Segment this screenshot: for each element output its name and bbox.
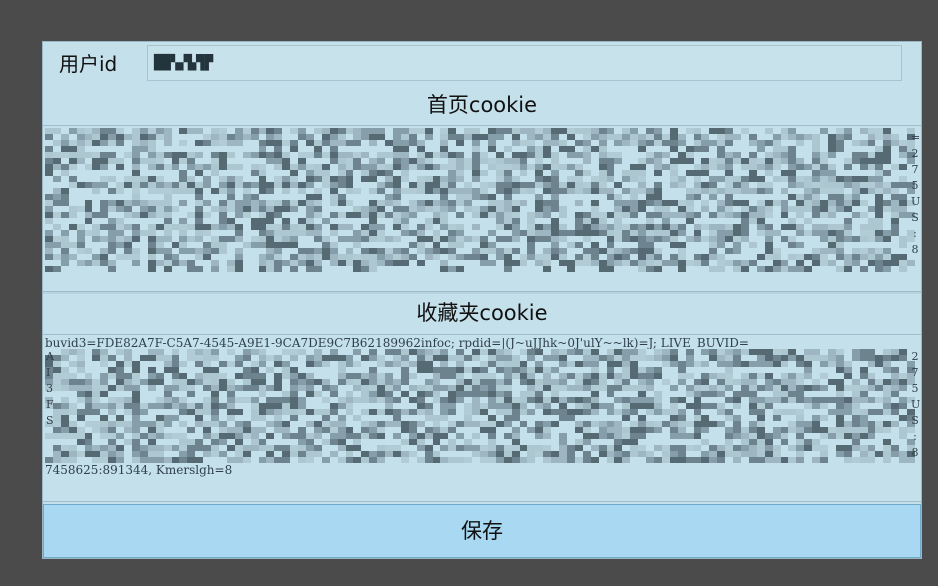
user-id-label: 用户id (59, 52, 118, 76)
home-cookie-redacted-content (45, 128, 915, 272)
edge-char: S (46, 414, 54, 427)
edge-char: 3 (46, 382, 53, 395)
edge-char: 8 (911, 243, 919, 256)
edge-char: U (911, 398, 921, 411)
cookie-editor-window: 用户id ██▚▞▙▜▛ 首页cookie = 2 7 5 U S:8 收藏夹cookie… (42, 41, 922, 559)
edge-char: 2 (911, 147, 919, 160)
edge-char: I (46, 366, 51, 379)
edge-char: 7 (911, 366, 919, 379)
edge-char: = (911, 131, 921, 144)
home-cookie-title: 首页cookie (426, 93, 538, 117)
home-cookie-textarea[interactable]: = 2 7 5 U S: 8 (43, 125, 921, 292)
favorites-cookie-last-line: 7458625:891344, Kmerslgh=8 (45, 463, 233, 477)
edge-char: 5 (911, 179, 919, 192)
user-id-row: 用户id ██▚▞▙▜▛ (43, 42, 921, 85)
favorites-cookie-redacted-content (45, 349, 915, 463)
edge-char: S (911, 414, 919, 427)
home-cookie-right-edge: = 2 7 5 U S: 8 (911, 130, 921, 258)
edge-char: S (911, 211, 919, 224)
user-id-input[interactable]: ██▚▞▙▜▛ (147, 45, 902, 81)
edge-char: 2 (911, 350, 919, 363)
favorites-cookie-first-line: buvid3=FDE82A7F-C5A7-4545-A9E1-9CA7DE9C7… (45, 336, 749, 350)
edge-char: : (913, 430, 917, 443)
favorites-cookie-left-edge: AI 3 FS (46, 349, 54, 429)
user-id-value: ██▚▞▙▜▛ (154, 55, 214, 71)
edge-char: 8 (911, 446, 919, 459)
edge-char: A (46, 350, 54, 363)
favorites-cookie-textarea[interactable]: buvid3=FDE82A7F-C5A7-4545-A9E1-9CA7DE9C7… (43, 334, 921, 502)
edge-char: F (46, 398, 54, 411)
favorites-cookie-right-edge: 2 7 5 US: 8 (911, 349, 921, 461)
edge-char: U (911, 195, 921, 208)
edge-char: 7 (911, 163, 919, 176)
favorites-cookie-title: 收藏夹cookie (416, 301, 548, 325)
edge-char: : (913, 227, 917, 240)
edge-char: 5 (911, 382, 919, 395)
save-button[interactable]: 保存 (43, 504, 921, 558)
